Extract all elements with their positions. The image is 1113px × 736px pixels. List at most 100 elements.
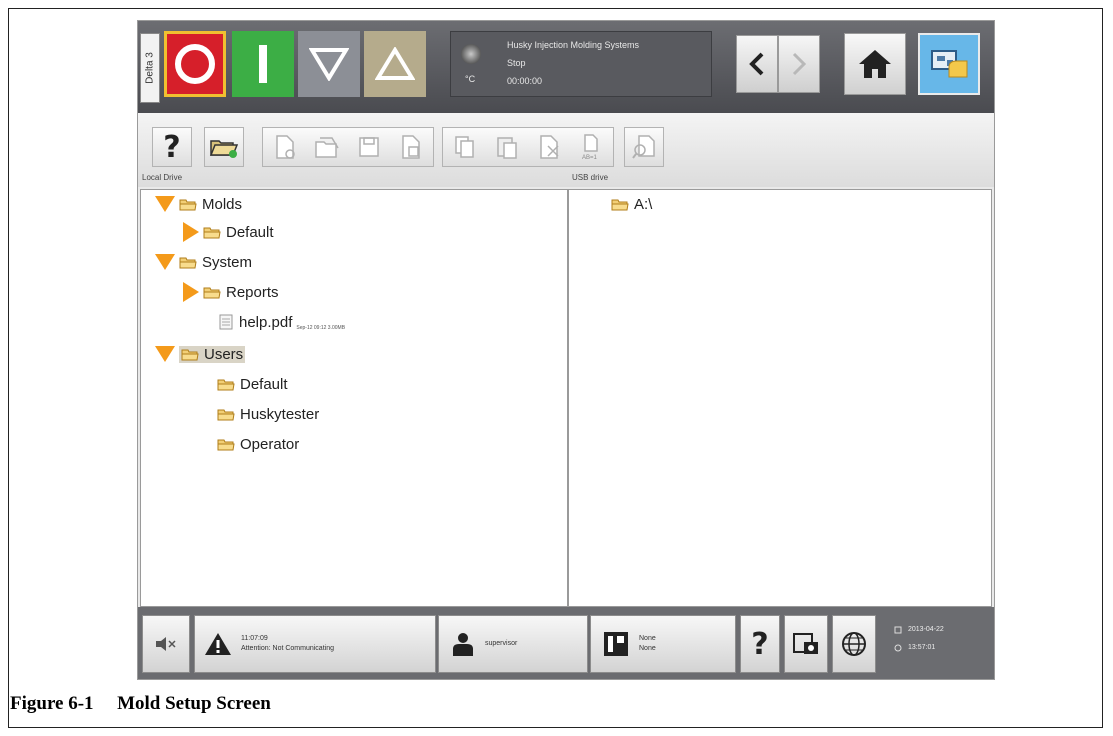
tree-label: Reports	[226, 283, 279, 301]
tree-node-system[interactable]: System	[155, 248, 252, 276]
save-icon	[359, 137, 379, 157]
screen-selector-button[interactable]	[918, 33, 980, 95]
tree-label: Huskytester	[240, 405, 320, 423]
mute-button[interactable]	[142, 615, 190, 673]
folder-icon	[179, 255, 197, 269]
usb-drive-label: USB drive	[572, 173, 609, 182]
copy-icon	[455, 136, 474, 158]
local-drive-label: Local Drive	[142, 173, 183, 182]
station-tab[interactable]: Delta 3	[140, 33, 160, 103]
folder-icon	[203, 225, 221, 239]
folder-icon	[217, 437, 235, 451]
stop-button[interactable]	[164, 31, 226, 97]
svg-text:AB=1: AB=1	[582, 155, 598, 161]
open-file-button[interactable]	[307, 127, 347, 167]
paste-button[interactable]	[487, 127, 527, 167]
tree-label: Default	[226, 223, 274, 241]
expanded-arrow-icon[interactable]	[155, 346, 175, 362]
chevron-right-icon	[792, 52, 807, 76]
cut-document-icon	[540, 135, 559, 159]
help-bottom-button[interactable]: ?	[740, 615, 780, 673]
save-as-icon	[402, 135, 420, 159]
toolbar: ? AB=1 Local Drive USB drive	[138, 113, 994, 187]
alarm-text: Attention: Not Communicating	[241, 645, 334, 652]
user-name: supervisor	[485, 640, 518, 647]
current-time: 13:57:01	[908, 644, 936, 651]
tree-label: A:\	[634, 195, 653, 213]
user-panel[interactable]: supervisor	[438, 615, 588, 673]
tree-node-help-pdf[interactable]: help.pdf Sep-12 09:12 3.00MB	[219, 308, 345, 336]
language-button[interactable]	[832, 615, 876, 673]
top-bar: Delta 3 °C Husky Injection Molding Syste…	[138, 21, 994, 113]
open-folder-button[interactable]	[204, 127, 244, 167]
screens-icon	[931, 50, 968, 78]
tree-node-users-default[interactable]: Default	[217, 370, 288, 398]
back-button[interactable]	[736, 35, 778, 93]
collapsed-arrow-icon[interactable]	[183, 282, 199, 302]
tree-node-huskytester[interactable]: Huskytester	[217, 400, 319, 428]
tree-label: help.pdf	[239, 313, 293, 331]
mold-line2: None	[639, 645, 656, 652]
help-button[interactable]: ?	[152, 127, 192, 167]
new-file-button[interactable]	[265, 127, 305, 167]
collapsed-arrow-icon[interactable]	[183, 222, 199, 242]
folder-icon	[179, 197, 197, 211]
triangle-up-icon	[375, 47, 415, 80]
start-icon	[259, 45, 267, 83]
stop-icon	[175, 44, 215, 84]
calendar-icon	[894, 626, 902, 634]
rename-button[interactable]: AB=1	[571, 127, 611, 167]
tree-node-usb-a[interactable]: A:\	[611, 190, 652, 218]
tree-label: Molds	[202, 195, 243, 213]
raise-button[interactable]	[364, 31, 426, 97]
save-file-button[interactable]	[349, 127, 389, 167]
machine-status-panel[interactable]: °C Husky Injection Molding Systems Stop …	[450, 31, 712, 97]
open-document-icon	[315, 137, 339, 158]
local-drive-pane[interactable]: Molds Default System Reports help.pdf Se…	[140, 189, 568, 607]
search-button[interactable]	[624, 127, 664, 167]
rename-icon: AB=1	[582, 134, 598, 161]
screenshot-button[interactable]	[784, 615, 828, 673]
tree-label: Users	[204, 345, 244, 363]
usb-drive-pane[interactable]: A:\	[568, 189, 992, 607]
home-button[interactable]	[844, 33, 906, 95]
company-name: Husky Injection Molding Systems	[507, 40, 640, 50]
forward-button[interactable]	[778, 35, 820, 93]
tree-node-users[interactable]: Users	[155, 340, 246, 368]
lower-button[interactable]	[298, 31, 360, 97]
question-icon: ?	[163, 129, 181, 165]
current-date: 2013-04-22	[908, 626, 944, 633]
selected-item: Users	[179, 345, 246, 363]
mold-icon	[604, 632, 628, 656]
tree-node-molds[interactable]: Molds	[155, 190, 242, 218]
alarm-panel[interactable]: 11:07:09 Attention: Not Communicating	[194, 615, 436, 673]
expanded-arrow-icon[interactable]	[155, 254, 175, 270]
save-as-button[interactable]	[391, 127, 431, 167]
figure-number: Figure 6-1	[10, 693, 94, 714]
bottom-status-bar: 11:07:09 Attention: Not Communicating su…	[138, 607, 994, 679]
file-actions-group	[262, 127, 434, 167]
folder-icon	[217, 407, 235, 421]
station-label: Delta 3	[144, 52, 156, 84]
folder-open-icon	[209, 140, 239, 158]
copy-button[interactable]	[445, 127, 485, 167]
cut-button[interactable]	[529, 127, 569, 167]
figure-title: Mold Setup Screen	[117, 693, 271, 714]
mold-panel[interactable]: None None	[590, 615, 736, 673]
start-button[interactable]	[232, 31, 294, 97]
hmi-screen: Delta 3 °C Husky Injection Molding Syste…	[137, 20, 995, 680]
question-icon: ?	[751, 626, 769, 662]
user-icon	[453, 633, 473, 656]
mold-line1: None	[639, 635, 656, 642]
expanded-arrow-icon[interactable]	[155, 196, 175, 212]
search-document-icon	[632, 135, 655, 159]
folder-icon	[217, 377, 235, 391]
chevron-left-icon	[749, 52, 764, 76]
globe-icon	[842, 632, 866, 656]
tree-node-reports[interactable]: Reports	[183, 278, 279, 306]
paste-icon	[497, 137, 517, 159]
cycle-timer: 00:00:00	[507, 76, 543, 86]
folder-icon	[181, 347, 199, 361]
tree-node-operator[interactable]: Operator	[217, 430, 299, 458]
tree-node-molds-default[interactable]: Default	[183, 218, 274, 246]
